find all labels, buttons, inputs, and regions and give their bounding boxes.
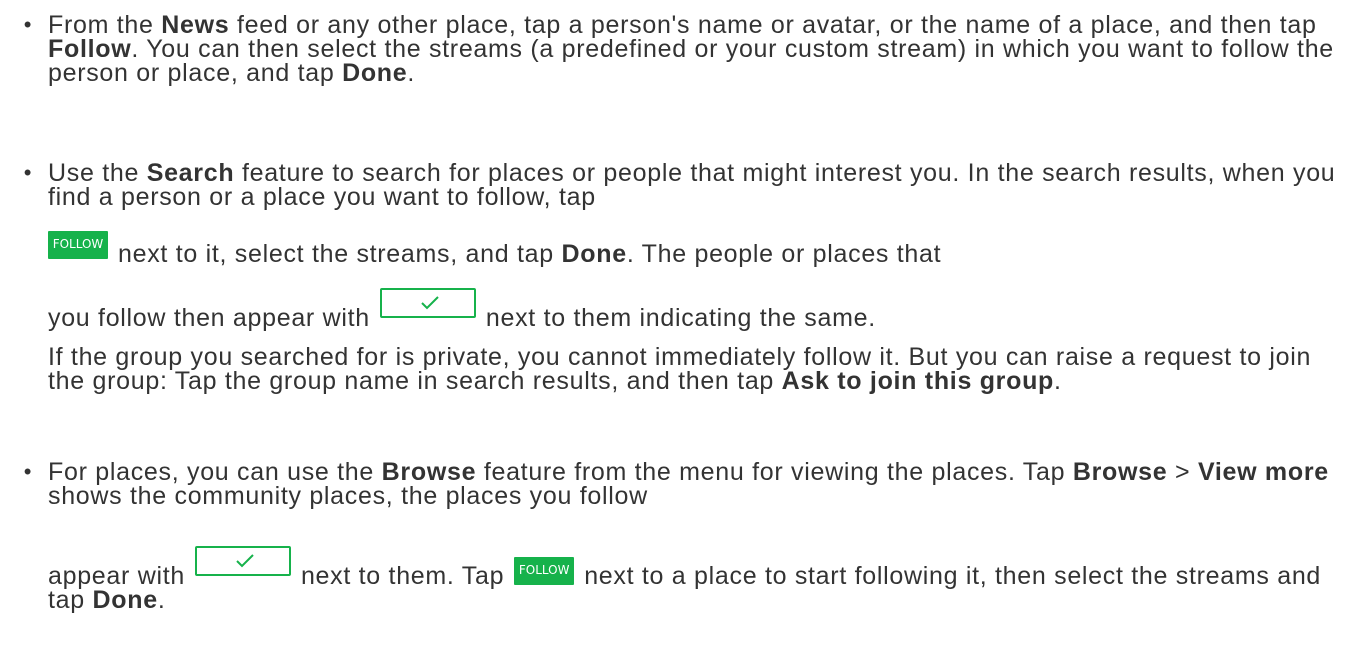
text: . [407,59,416,87]
text: If the group you searched for is private… [48,343,1312,395]
follow-button-image: FOLLOW [48,231,108,259]
paragraph: For places, you can use the Browse featu… [48,458,1348,510]
bullet: • [23,160,33,185]
text: next to it, select the streams, and tap [118,240,562,268]
text: . The people or places that [626,240,942,268]
text: you follow then appear with [48,304,370,332]
text: > [1167,458,1198,486]
followed-indicator-image [379,288,476,318]
check-icon [236,554,254,568]
emphasis-done: Done [561,240,627,268]
text: . You can then select the streams (a pre… [48,35,1334,87]
text: next to them. Tap [300,562,505,590]
text: shows the community places, the places y… [48,482,648,510]
text: . [1054,367,1062,395]
text: next to them indicating the same. [485,304,876,332]
paragraph: From the News feed or any other place, t… [48,13,1348,87]
list-item: • Use the Search feature to search for p… [24,159,1348,394]
follow-line: FOLLOW next to it, select the streams, an… [48,231,1348,268]
emphasis-browse: Browse [1072,458,1168,486]
followed-indicator-image [194,546,291,576]
list-item: • For places, you can use the Browse fea… [24,458,1348,613]
bullet: • [23,12,33,37]
bullet: • [23,459,33,484]
text: feature to search for places or people t… [48,159,1336,211]
paragraph: Use the Search feature to search for pla… [48,159,1348,211]
emphasis-ask-to-join: Ask to join this group [781,367,1055,395]
text: . [157,586,166,614]
paragraph: If the group you searched for is private… [48,343,1348,395]
emphasis-done: Done [342,59,408,87]
emphasis-view-more: View more [1197,458,1329,486]
emphasis-done: Done [92,586,158,614]
list-item: • From the News feed or any other place,… [24,13,1348,87]
check-icon [421,296,439,310]
check-line: you follow then appear with next to them … [48,288,1348,332]
follow-button-image: FOLLOW [514,557,575,585]
check-follow-line: appear with next to them. Tap FOLLOW next t… [48,546,1348,614]
